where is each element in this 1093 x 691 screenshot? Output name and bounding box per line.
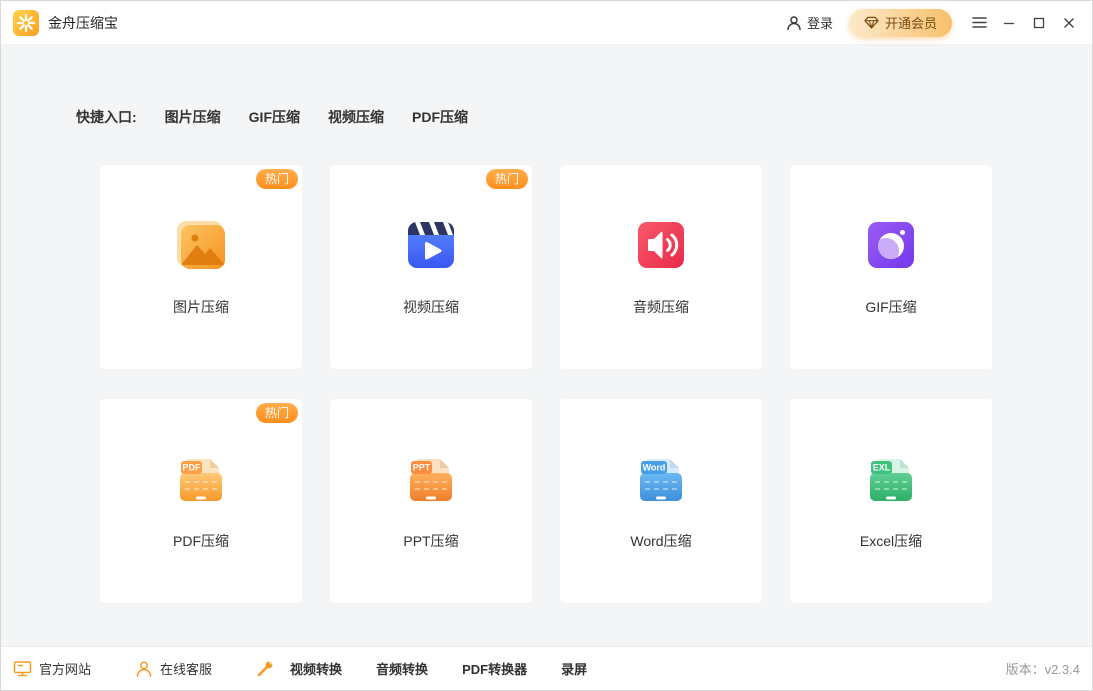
login-button[interactable]: 登录 bbox=[786, 13, 833, 32]
official-website-label: 官方网站 bbox=[39, 659, 91, 678]
gif-compress-icon bbox=[865, 219, 917, 271]
official-website-link[interactable]: 官方网站 bbox=[13, 659, 91, 678]
card-label: PPT压缩 bbox=[403, 531, 458, 551]
quick-link-gif-compress[interactable]: GIF压缩 bbox=[249, 107, 300, 127]
audio-compress-icon bbox=[635, 219, 687, 271]
online-support-link[interactable]: 在线客服 bbox=[135, 659, 212, 678]
login-label: 登录 bbox=[807, 13, 833, 32]
card-label: Excel压缩 bbox=[860, 531, 922, 551]
main-content: 快捷入口: 图片压缩 GIF压缩 视频压缩 PDF压缩 热门 bbox=[1, 45, 1092, 646]
maximize-icon bbox=[1033, 17, 1045, 29]
card-excel-compress[interactable]: EXL Excel压缩 bbox=[790, 399, 992, 603]
card-label: 图片压缩 bbox=[173, 297, 229, 317]
word-compress-icon: Word bbox=[635, 453, 687, 505]
video-compress-icon bbox=[405, 219, 457, 271]
app-logo-icon bbox=[13, 10, 39, 36]
word-tag-label: Word bbox=[643, 463, 666, 473]
ppt-compress-icon: PPT bbox=[405, 453, 457, 505]
hot-badge: 热门 bbox=[486, 169, 528, 189]
audio-convert-link[interactable]: 音频转换 bbox=[376, 659, 428, 678]
pdf-converter-link[interactable]: PDF转换器 bbox=[462, 659, 527, 678]
quick-entry-row: 快捷入口: 图片压缩 GIF压缩 视频压缩 PDF压缩 bbox=[76, 107, 1092, 127]
app-title: 金舟压缩宝 bbox=[48, 13, 118, 33]
app-window: 金舟压缩宝 登录 开通会员 bbox=[0, 0, 1093, 691]
feature-grid: 热门 bbox=[100, 165, 1092, 603]
card-image-compress[interactable]: 热门 bbox=[100, 165, 302, 369]
menu-button[interactable] bbox=[964, 8, 994, 38]
minimize-button[interactable] bbox=[994, 8, 1024, 38]
converter-tools-icon bbox=[256, 660, 274, 678]
excel-compress-icon: EXL bbox=[865, 453, 917, 505]
version-label: 版本：v2.3.4 bbox=[1006, 659, 1080, 678]
close-button[interactable] bbox=[1054, 8, 1084, 38]
maximize-button[interactable] bbox=[1024, 8, 1054, 38]
card-ppt-compress[interactable]: PPT PPT压缩 bbox=[330, 399, 532, 603]
title-bar-left: 金舟压缩宝 bbox=[13, 10, 118, 36]
card-pdf-compress[interactable]: 热门 PDF PDF压缩 bbox=[100, 399, 302, 603]
card-word-compress[interactable]: Word Word压缩 bbox=[560, 399, 762, 603]
card-video-compress[interactable]: 热门 bbox=[330, 165, 532, 369]
vip-button[interactable]: 开通会员 bbox=[849, 9, 952, 37]
card-gif-compress[interactable]: GIF压缩 bbox=[790, 165, 992, 369]
card-label: GIF压缩 bbox=[865, 297, 916, 317]
title-bar: 金舟压缩宝 登录 开通会员 bbox=[1, 1, 1092, 45]
quick-link-video-compress[interactable]: 视频压缩 bbox=[328, 107, 384, 127]
quick-entry-label: 快捷入口: bbox=[76, 107, 137, 127]
card-label: 音频压缩 bbox=[633, 297, 689, 317]
card-audio-compress[interactable]: 音频压缩 bbox=[560, 165, 762, 369]
hot-badge: 热门 bbox=[256, 169, 298, 189]
monitor-icon bbox=[13, 659, 32, 678]
customer-service-icon bbox=[135, 660, 153, 678]
video-convert-link[interactable]: 视频转换 bbox=[290, 659, 342, 678]
screen-record-link[interactable]: 录屏 bbox=[561, 659, 587, 678]
card-label: Word压缩 bbox=[630, 531, 691, 551]
close-icon bbox=[1063, 17, 1075, 29]
gem-icon bbox=[864, 16, 879, 29]
pdf-compress-icon: PDF bbox=[175, 453, 227, 505]
user-icon bbox=[786, 15, 802, 31]
title-bar-right: 登录 开通会员 bbox=[786, 8, 1084, 38]
hot-badge: 热门 bbox=[256, 403, 298, 423]
ppt-tag-label: PPT bbox=[413, 463, 431, 473]
quick-link-image-compress[interactable]: 图片压缩 bbox=[165, 107, 221, 127]
online-support-label: 在线客服 bbox=[160, 659, 212, 678]
footer-bar: 官方网站 在线客服 视频转换 音频转换 PDF转换器 录屏 版本：v2.3.4 bbox=[1, 646, 1092, 690]
hamburger-menu-icon bbox=[972, 16, 987, 29]
minimize-icon bbox=[1003, 17, 1015, 29]
excel-tag-label: EXL bbox=[873, 463, 891, 473]
image-compress-icon bbox=[175, 219, 227, 271]
card-label: PDF压缩 bbox=[173, 531, 229, 551]
pdf-tag-label: PDF bbox=[183, 463, 202, 473]
quick-link-pdf-compress[interactable]: PDF压缩 bbox=[412, 107, 468, 127]
card-label: 视频压缩 bbox=[403, 297, 459, 317]
vip-label: 开通会员 bbox=[885, 13, 937, 32]
